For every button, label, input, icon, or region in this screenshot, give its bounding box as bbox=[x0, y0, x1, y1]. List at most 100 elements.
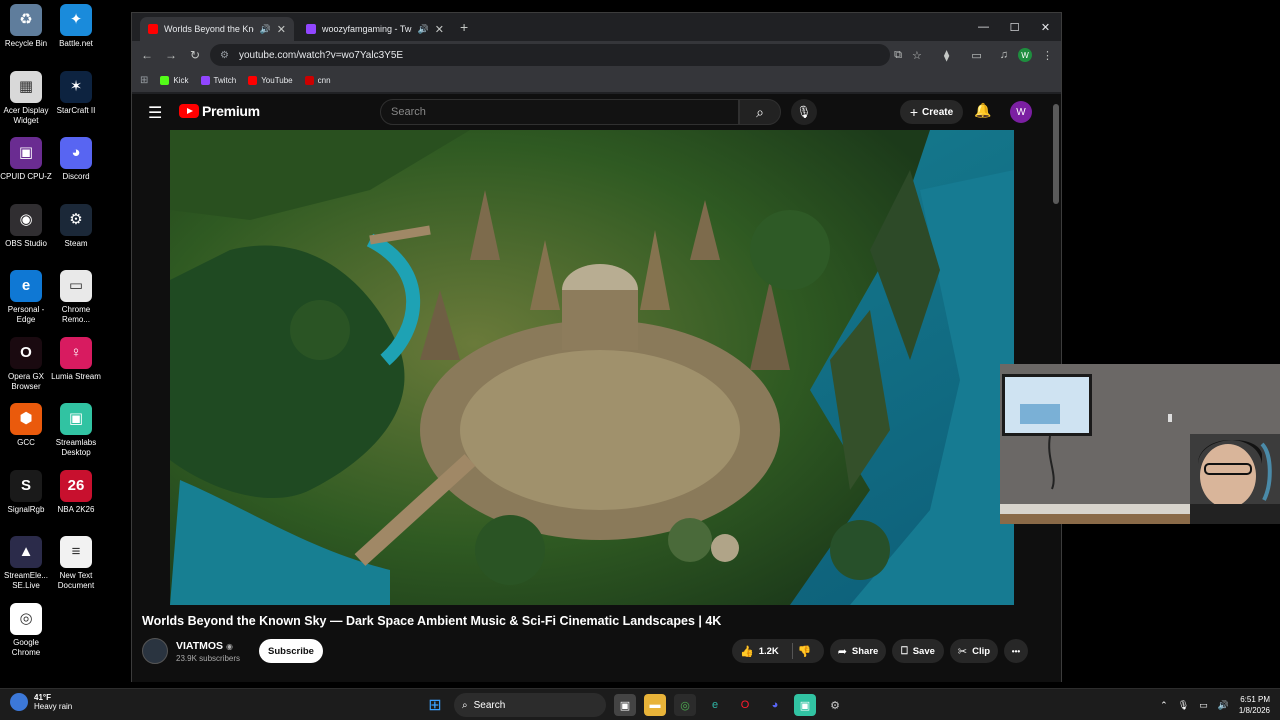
save-label: Save bbox=[912, 645, 935, 657]
clock-date: 1/8/2026 bbox=[1238, 706, 1270, 715]
search-input[interactable]: Search bbox=[380, 99, 739, 125]
channel-name[interactable]: VIATMOS bbox=[176, 640, 223, 652]
forward-icon[interactable]: → bbox=[159, 48, 183, 62]
subscribe-button[interactable]: Subscribe bbox=[259, 639, 323, 663]
video-player[interactable] bbox=[170, 130, 1014, 605]
video-title: Worlds Beyond the Known Sky — Dark Space… bbox=[142, 614, 722, 628]
extensions-icon[interactable]: ⧫ bbox=[944, 49, 949, 62]
streamlabs-taskbar-icon[interactable]: ▣ bbox=[794, 694, 816, 716]
clip-label: Clip bbox=[972, 645, 991, 657]
thumbs-up-icon[interactable]: 👍 bbox=[740, 645, 754, 658]
desktop-icon[interactable]: ✶ StarCraft II bbox=[50, 70, 102, 116]
chevron-up-icon[interactable]: ⌃ bbox=[1160, 700, 1168, 711]
task-view-icon[interactable]: ▣ bbox=[614, 694, 636, 716]
desktop-icon[interactable]: ▣ CPUID CPU-Z bbox=[0, 137, 52, 182]
create-button[interactable]: + Create bbox=[900, 100, 963, 124]
new-tab-button[interactable]: + bbox=[460, 19, 468, 35]
tab-youtube[interactable]: Worlds Beyond the Known 🔊 ✕ bbox=[140, 17, 294, 41]
profile-avatar[interactable]: W bbox=[1018, 48, 1032, 62]
edge-taskbar-icon[interactable]: e bbox=[704, 694, 726, 716]
like-dislike-group: 👍 1.2K 👎 bbox=[732, 639, 824, 663]
app-icon: S bbox=[10, 469, 42, 502]
bookmark-youtube[interactable]: YouTube bbox=[248, 76, 293, 85]
install-app-icon[interactable]: ⧉ bbox=[894, 49, 902, 62]
split-view-icon[interactable]: ▭ bbox=[971, 49, 981, 62]
desktop-icon-label: New Text Document bbox=[57, 571, 95, 590]
close-tab-icon[interactable]: ✕ bbox=[435, 23, 444, 36]
divider bbox=[791, 643, 793, 659]
file-explorer-icon[interactable]: ▬ bbox=[644, 694, 666, 716]
bookmark-star-icon[interactable]: ☆ bbox=[912, 49, 922, 62]
desktop-icon[interactable]: ⬢ GCC bbox=[0, 403, 52, 448]
save-button[interactable]: ⎕ Save bbox=[892, 639, 944, 663]
desktop-icon[interactable]: O Opera GX Browser bbox=[0, 336, 52, 392]
taskbar-search[interactable]: ⌕ Search bbox=[454, 693, 606, 717]
desktop-icon[interactable]: ◉ OBS Studio bbox=[0, 203, 52, 249]
discord-taskbar-icon[interactable]: ◕ bbox=[764, 694, 786, 716]
chrome-taskbar-icon[interactable]: ◎ bbox=[674, 694, 696, 716]
weather-widget[interactable]: 41°F Heavy rain bbox=[10, 693, 72, 711]
menu-hamburger-icon[interactable]: ☰ bbox=[148, 103, 162, 123]
site-info-icon[interactable]: ⚙ bbox=[220, 50, 229, 61]
desktop-icon-label: StarCraft II bbox=[56, 105, 96, 115]
desktop-icon[interactable]: ▭ Chrome Remo... bbox=[50, 270, 102, 325]
channel-avatar[interactable] bbox=[142, 638, 168, 664]
desktop-icon[interactable]: ✦ Battle.net bbox=[50, 4, 102, 49]
clock[interactable]: 6:51 PM 1/8/2026 bbox=[1239, 694, 1270, 716]
bookmark-twitch[interactable]: Twitch bbox=[200, 76, 236, 85]
tab-twitch[interactable]: woozyfamgaming - Twitch 🔊 ✕ bbox=[298, 17, 452, 41]
search-button[interactable]: ⌕ bbox=[739, 99, 781, 125]
menu-kebab-icon[interactable]: ⋮ bbox=[1042, 49, 1053, 62]
speaker-icon[interactable]: 🔊 bbox=[418, 24, 429, 35]
desktop-icon-label: SignalRgb bbox=[7, 504, 45, 514]
share-button[interactable]: ➦ Share bbox=[830, 639, 886, 663]
desktop-icon-label: Chrome Remo... bbox=[61, 305, 91, 324]
close-window-button[interactable]: ✕ bbox=[1030, 13, 1061, 41]
maximize-button[interactable]: ☐ bbox=[999, 13, 1030, 41]
tab-title: woozyfamgaming - Twitch bbox=[322, 24, 412, 34]
notifications-bell-icon[interactable]: 🔔 bbox=[974, 102, 991, 119]
desktop-icon[interactable]: ⚙ Steam bbox=[50, 203, 102, 249]
media-control-icon[interactable]: ♫ bbox=[1000, 49, 1008, 61]
channel-row: VIATMOS ◉ 23.9K subscribers bbox=[142, 636, 240, 666]
kick-icon bbox=[160, 76, 170, 85]
more-actions-button[interactable]: ••• bbox=[1004, 639, 1028, 663]
like-count[interactable]: 1.2K bbox=[759, 646, 779, 657]
volume-icon[interactable]: 🔊 bbox=[1218, 700, 1229, 711]
opera-taskbar-icon[interactable]: O bbox=[734, 694, 756, 716]
address-bar[interactable]: ⚙ youtube.com/watch?v=wo7Yalc3Y5E bbox=[210, 44, 890, 66]
thumbs-down-icon[interactable]: 👎 bbox=[798, 645, 812, 658]
app-icon: O bbox=[10, 336, 42, 369]
minimize-button[interactable]: — bbox=[968, 13, 999, 41]
search-icon: ⌕ bbox=[462, 699, 468, 711]
desktop-icon-label: StreamEle... SE.Live bbox=[3, 571, 48, 590]
bookmark-kick[interactable]: Kick bbox=[160, 76, 189, 85]
scrollbar-thumb[interactable] bbox=[1053, 104, 1059, 204]
youtube-logo[interactable]: Premium bbox=[179, 103, 260, 119]
speaker-icon[interactable]: 🔊 bbox=[260, 24, 271, 35]
windows-start-icon[interactable]: ⊞ bbox=[424, 694, 446, 716]
desktop-icon[interactable]: ▲ StreamEle... SE.Live bbox=[0, 536, 52, 591]
desktop-icon[interactable]: ▦ Acer Display Widget bbox=[0, 70, 52, 126]
apps-grid-icon[interactable]: ⊞ bbox=[140, 75, 148, 86]
display-icon[interactable]: ▭ bbox=[1199, 700, 1208, 711]
voice-search-button[interactable]: 🎙 bbox=[791, 99, 817, 125]
settings-taskbar-icon[interactable]: ⚙ bbox=[824, 694, 846, 716]
bookmark-cnn[interactable]: cnn bbox=[304, 76, 331, 85]
desktop-icon[interactable]: 26 NBA 2K26 bbox=[50, 469, 102, 515]
back-icon[interactable]: ← bbox=[135, 48, 159, 62]
desktop-icon[interactable]: ≡ New Text Document bbox=[50, 536, 102, 591]
desktop-icon[interactable]: ♀ Lumia Stream bbox=[50, 336, 102, 382]
account-avatar[interactable]: W bbox=[1010, 101, 1032, 123]
close-tab-icon[interactable]: ✕ bbox=[277, 23, 286, 36]
desktop-icon[interactable]: ♻ Recycle Bin bbox=[0, 4, 52, 49]
desktop-icon[interactable]: ▣ Streamlabs Desktop bbox=[50, 403, 102, 458]
clip-button[interactable]: ✂ Clip bbox=[950, 639, 998, 663]
bookmark-icon: ⎕ bbox=[901, 644, 908, 657]
desktop-icon[interactable]: S SignalRgb bbox=[0, 469, 52, 515]
desktop-icon[interactable]: e Personal - Edge bbox=[0, 270, 52, 325]
desktop-icon[interactable]: ◎ Google Chrome bbox=[0, 602, 52, 658]
desktop-icon[interactable]: ◕ Discord bbox=[50, 137, 102, 182]
microphone-icon[interactable]: 🎙 bbox=[1178, 700, 1189, 711]
reload-icon[interactable]: ↻ bbox=[183, 48, 207, 62]
